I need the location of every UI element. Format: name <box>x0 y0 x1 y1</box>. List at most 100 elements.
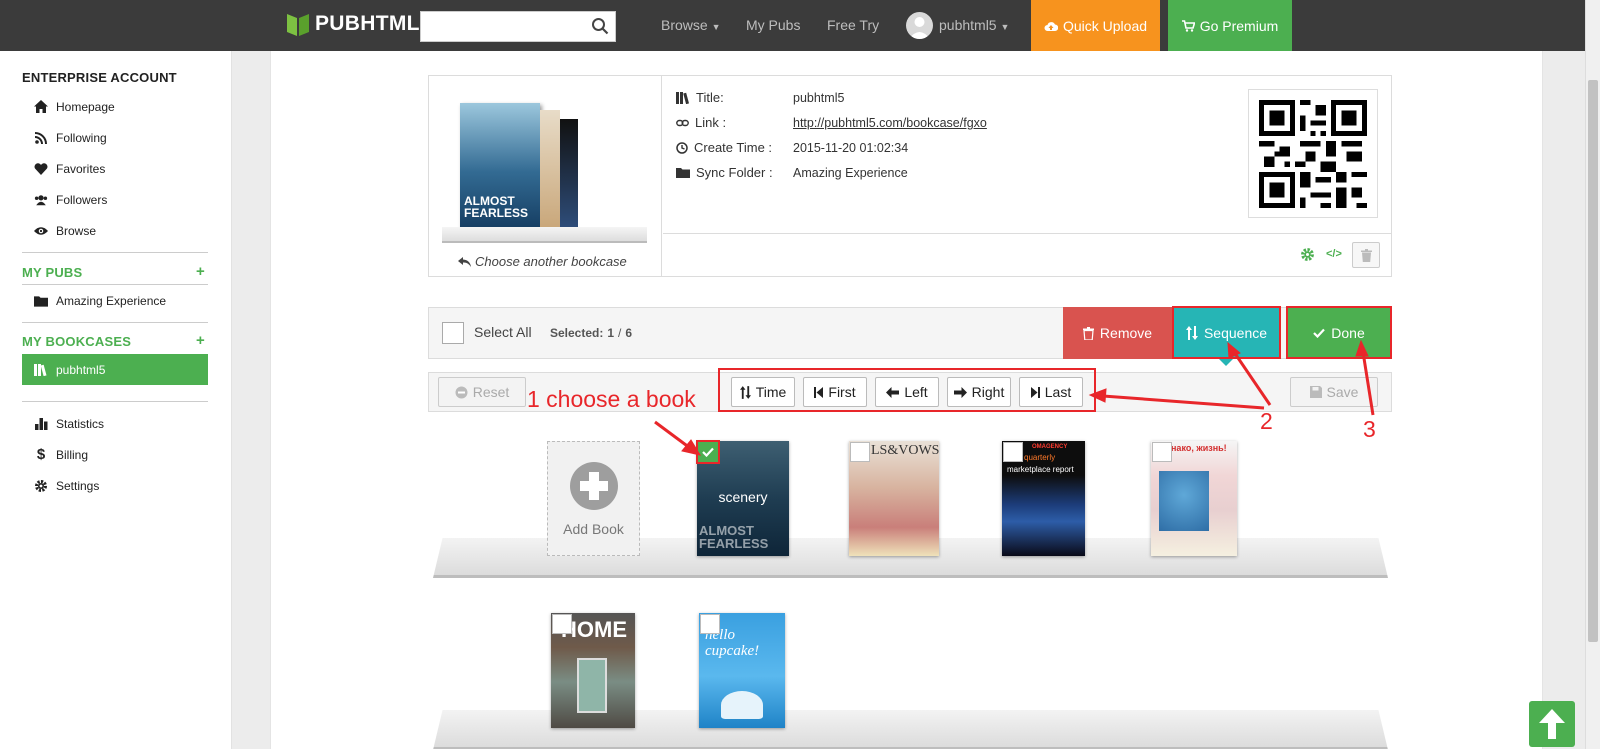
add-book-tile[interactable]: Add Book <box>547 441 640 556</box>
title-label: Title: <box>676 90 724 105</box>
eye-icon <box>34 226 48 236</box>
scrollbar-thumb[interactable] <box>1588 80 1598 642</box>
book-cover-text: marketplace report <box>1007 465 1074 474</box>
annotation-box-sequence-buttons <box>718 368 1096 412</box>
trash-icon <box>1082 326 1094 340</box>
book-cover-cupcake <box>721 691 763 719</box>
folder-icon <box>34 295 48 307</box>
search-icon[interactable] <box>591 17 609 35</box>
book-cover-door <box>577 658 607 713</box>
sidebar-item-settings[interactable]: Settings <box>22 470 208 501</box>
sidebar-item-statistics[interactable]: Statistics <box>22 408 208 439</box>
divider <box>22 322 208 323</box>
annotation-step-3: 3 <box>1363 416 1376 442</box>
sidebar-item-amazing-experience[interactable]: Amazing Experience <box>22 285 208 316</box>
sidebar-item-bookcase-pubhtml5[interactable]: pubhtml5 <box>22 354 208 385</box>
bookcase-cover-panel: ALMOST FEARLESS Choose another bookcase <box>428 75 662 277</box>
home-icon <box>34 100 48 113</box>
select-all-checkbox[interactable] <box>442 322 464 344</box>
annotation-box-done <box>1286 306 1392 359</box>
pubhtml5-logo[interactable]: PUBHTML5 <box>287 12 432 36</box>
annotation-box-sequence <box>1172 306 1281 359</box>
nav-user-menu[interactable]: pubhtml5 ▼ <box>939 17 1009 33</box>
nav-free-try[interactable]: Free Try <box>827 17 879 33</box>
add-pub-icon[interactable]: + <box>196 263 205 280</box>
cart-icon <box>1181 19 1195 32</box>
back-to-top-button[interactable] <box>1529 701 1575 747</box>
settings-gear-icon[interactable] <box>1300 247 1315 262</box>
sidebar-item-homepage[interactable]: Homepage <box>22 91 208 122</box>
divider <box>22 252 208 253</box>
quick-upload-button[interactable]: Quick Upload <box>1031 0 1160 51</box>
create-time-value: 2015-11-20 01:02:34 <box>793 141 909 155</box>
search-input[interactable] <box>421 12 581 41</box>
users-icon <box>34 194 48 206</box>
nav-browse[interactable]: Browse ▼ <box>661 17 721 33</box>
bookcase-cover-book: ALMOST FEARLESS <box>460 103 540 228</box>
caret-down-icon: ▼ <box>1000 22 1010 32</box>
cloud-upload-icon <box>1044 20 1058 32</box>
annotation-step-2: 2 <box>1260 408 1273 434</box>
reply-arrow-icon <box>458 256 471 267</box>
annotation-box-checkbox <box>696 440 720 464</box>
book-vows-checkbox[interactable] <box>850 442 870 462</box>
selected-count: Selected: 1/6 <box>550 326 633 340</box>
sidebar-item-favorites[interactable]: Favorites <box>22 153 208 184</box>
bar-chart-icon <box>34 417 48 430</box>
delete-bookcase-button[interactable] <box>1352 242 1380 268</box>
sequence-pointer <box>1218 358 1234 366</box>
reset-button[interactable]: Reset <box>438 377 526 407</box>
book-cover-text: OMAGENCY <box>1032 444 1068 450</box>
embed-code-icon[interactable]: </> <box>1326 248 1342 260</box>
create-time-label: Create Time : <box>676 140 772 155</box>
book-home-checkbox[interactable] <box>552 614 572 634</box>
book-cover-text: quarterly <box>1024 453 1056 462</box>
annotation-step-1: 1 choose a book <box>527 386 696 412</box>
book-cover-text: ALMOST FEARLESS <box>699 523 769 551</box>
user-avatar[interactable] <box>906 12 933 39</box>
sidebar-item-browse[interactable]: Browse <box>22 215 208 246</box>
dollar-icon: $ <box>36 446 46 463</box>
book-cover-text: LS&VOWS <box>871 443 940 458</box>
link-label: Link : <box>676 115 726 130</box>
bookcase-cover-book-2 <box>540 110 560 228</box>
nav-my-pubs[interactable]: My Pubs <box>746 17 800 33</box>
book-magazine-checkbox[interactable] <box>1152 442 1172 462</box>
logo-text: PUBHTML5 <box>315 12 432 35</box>
bookcase-link[interactable]: http://pubhtml5.com/bookcase/fgxo <box>793 116 987 130</box>
add-bookcase-icon[interactable]: + <box>196 332 205 349</box>
cover-title: ALMOST FEARLESS <box>464 194 529 220</box>
books-icon <box>676 91 690 104</box>
link-icon <box>676 118 689 128</box>
logo-book-icon <box>287 12 309 36</box>
bookcase-cover-book-3 <box>560 119 578 228</box>
cover-shelf <box>442 227 647 243</box>
divider <box>663 233 1392 234</box>
minus-circle-icon <box>455 386 468 399</box>
book-marketplace-checkbox[interactable] <box>1003 442 1023 462</box>
save-button[interactable]: Save <box>1290 377 1378 407</box>
sidebar-item-following[interactable]: Following <box>22 122 208 153</box>
book-cupcake-checkbox[interactable] <box>700 614 720 634</box>
arrow-up-icon <box>1539 709 1565 739</box>
floppy-disk-icon <box>1309 386 1322 398</box>
sidebar-item-billing[interactable]: $ Billing <box>22 439 208 470</box>
my-pubs-title: MY PUBS <box>22 265 83 280</box>
sync-folder-label: Sync Folder : <box>676 165 773 180</box>
remove-button[interactable]: Remove <box>1063 307 1172 359</box>
rss-icon <box>34 131 48 144</box>
enterprise-account-title: ENTERPRISE ACCOUNT <box>22 70 177 85</box>
folder-icon <box>676 167 690 178</box>
book-cover-text: нако, жизнь! <box>1171 443 1227 453</box>
search-box[interactable] <box>420 11 616 42</box>
title-value: pubhtml5 <box>793 91 845 105</box>
book-title-overlay: scenery <box>718 489 768 505</box>
gear-icon <box>34 479 48 493</box>
plus-circle-icon <box>569 461 619 511</box>
clock-icon <box>676 141 688 154</box>
go-premium-button[interactable]: Go Premium <box>1168 0 1292 51</box>
sidebar-item-followers[interactable]: Followers <box>22 184 208 215</box>
select-all-label[interactable]: Select All <box>474 324 532 340</box>
choose-another-bookcase-link[interactable]: Choose another bookcase <box>458 254 627 269</box>
caret-down-icon: ▼ <box>711 22 721 32</box>
